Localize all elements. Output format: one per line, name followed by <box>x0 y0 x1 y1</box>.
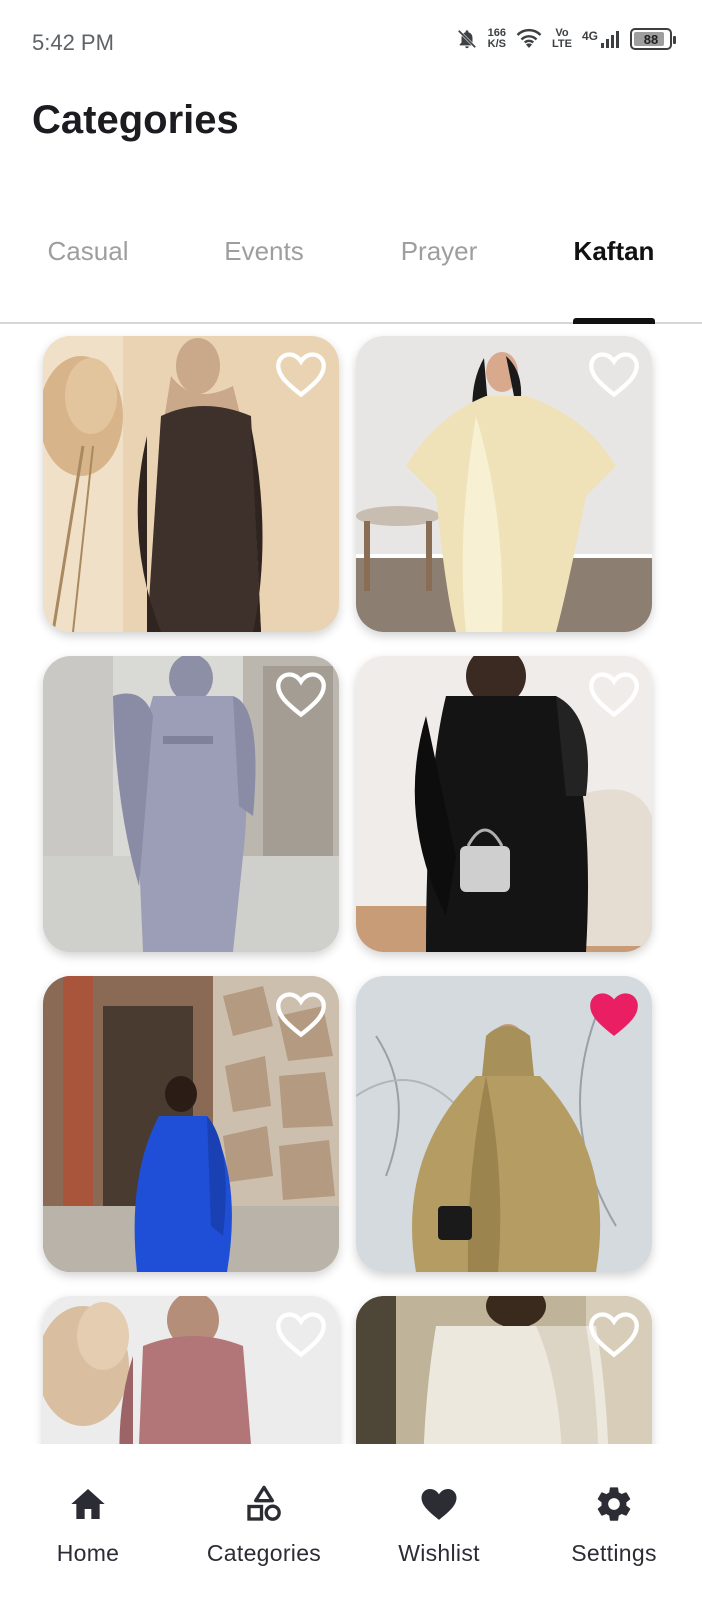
nav-wishlist-label: Wishlist <box>398 1540 480 1566</box>
tab-casual[interactable]: Casual <box>0 236 176 267</box>
categories-icon <box>247 1485 281 1521</box>
product-card[interactable] <box>43 1296 339 1444</box>
home-icon <box>71 1489 105 1519</box>
battery-level: 88 <box>643 31 659 47</box>
heart-icon[interactable] <box>275 990 327 1038</box>
heart-icon[interactable] <box>588 990 640 1038</box>
product-grid[interactable] <box>0 326 702 1444</box>
product-card[interactable] <box>356 656 652 952</box>
status-time: 5:42 PM <box>32 30 114 55</box>
tab-kaftan[interactable]: Kaftan <box>526 236 702 267</box>
nav-categories-label: Categories <box>206 1540 322 1566</box>
heart-icon[interactable] <box>275 1310 327 1358</box>
nav-home-label: Home <box>56 1540 120 1566</box>
network-type: 4G <box>581 29 598 43</box>
bottom-nav: Home Categories Wishlist Settings <box>0 1444 702 1600</box>
product-card[interactable] <box>43 976 339 1272</box>
status-bar: 5:42 PM 166 K/S Vo LTE 4G 88 <box>0 0 702 88</box>
wifi-icon <box>516 28 542 48</box>
nav-home[interactable]: Home <box>0 1484 176 1567</box>
net-speed-unit: K/S <box>487 38 506 50</box>
nav-categories[interactable]: Categories <box>176 1484 352 1567</box>
heart-icon[interactable] <box>588 350 640 398</box>
volte-indicator: Vo LTE <box>552 28 572 50</box>
heart-icon[interactable] <box>275 350 327 398</box>
product-card[interactable] <box>43 336 339 632</box>
heart-icon[interactable] <box>275 670 327 718</box>
heart-icon[interactable] <box>588 670 640 718</box>
tab-prayer[interactable]: Prayer <box>351 236 527 267</box>
page-title: Categories <box>32 98 239 142</box>
net-speed: 166 K/S <box>488 28 506 50</box>
category-tabs: Casual Events Prayer Kaftan <box>0 222 702 324</box>
heart-icon <box>421 1489 457 1520</box>
nav-settings[interactable]: Settings <box>526 1484 702 1567</box>
product-card[interactable] <box>356 1296 652 1444</box>
nav-wishlist[interactable]: Wishlist <box>351 1484 527 1567</box>
volte-bottom: LTE <box>552 38 572 50</box>
product-card[interactable] <box>43 656 339 952</box>
cell-signal: 4G <box>582 29 620 49</box>
gear-icon <box>597 1487 631 1521</box>
signal-icon <box>601 31 619 48</box>
heart-icon[interactable] <box>588 1310 640 1358</box>
nav-settings-label: Settings <box>571 1540 657 1566</box>
tab-events[interactable]: Events <box>176 236 352 267</box>
battery-icon: 88 <box>630 28 676 50</box>
product-card[interactable] <box>356 336 652 632</box>
status-icons: 166 K/S Vo LTE 4G 88 <box>456 28 676 50</box>
mute-bell-icon <box>457 29 476 49</box>
active-tab-indicator <box>573 318 655 324</box>
product-card[interactable] <box>356 976 652 1272</box>
